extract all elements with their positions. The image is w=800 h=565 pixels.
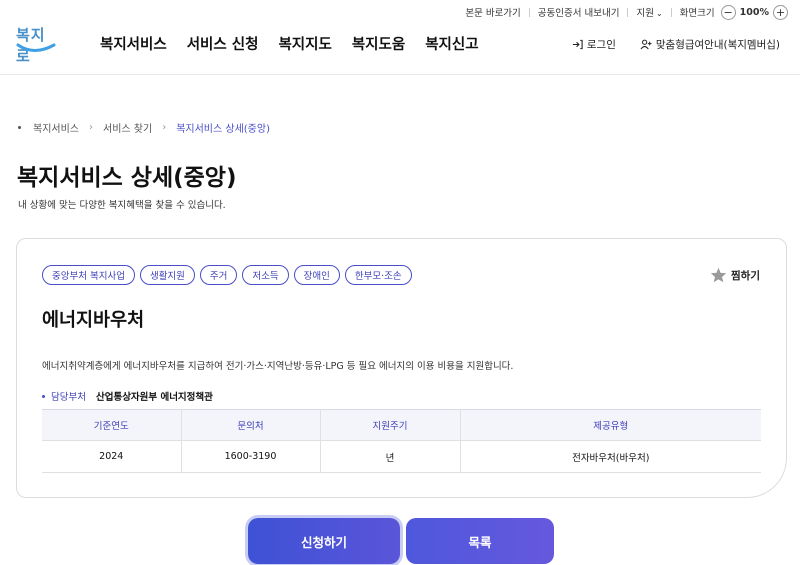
nav-service-apply[interactable]: 서비스 신청 xyxy=(187,33,259,54)
table-row: 2024 1600-3190 년 전자바우처(바우처) xyxy=(42,440,761,473)
cell-year: 2024 xyxy=(42,440,182,473)
service-description: 에너지취약계층에게 에너지바우처를 지급하여 전기·가스·지역난방·등유·LPG… xyxy=(42,361,514,372)
list-button[interactable]: 목록 xyxy=(406,518,554,564)
col-header-cycle: 지원주기 xyxy=(320,409,461,441)
chevron-right-icon: › xyxy=(162,122,167,133)
chevron-right-icon: › xyxy=(89,122,93,133)
zoom-out-button[interactable]: − xyxy=(720,4,736,20)
cell-contact: 1600-3190 xyxy=(181,440,321,473)
favorite-button[interactable]: 찜하기 xyxy=(710,267,760,283)
zoom-in-button[interactable]: + xyxy=(773,4,788,20)
user-plus-icon xyxy=(640,39,652,50)
cell-type: 전자바우처(바우처) xyxy=(460,440,761,473)
service-detail-card: 중앙부처 복지사업 생활지원 주거 저소득 장애인 한부모·조손 찜하기 에너지… xyxy=(16,238,787,498)
cert-export-link[interactable]: 공동인증서 내보내기 xyxy=(530,5,628,19)
star-icon xyxy=(710,267,727,283)
page-description: 내 상황에 맞는 다양한 복지혜택을 찾을 수 있습니다. xyxy=(18,200,226,211)
login-label: 로그인 xyxy=(586,39,616,51)
region-select[interactable]: 지원 ⌄ xyxy=(628,5,670,19)
col-header-type: 제공유형 xyxy=(460,409,761,441)
utility-bar: 본문 바로가기 공동인증서 내보내기 지원 ⌄ 화면크기 − 100% + xyxy=(457,4,788,20)
logo-smile-icon xyxy=(16,43,56,52)
tag-central-ministry[interactable]: 중앙부처 복지사업 xyxy=(42,265,135,285)
col-header-year: 기준연도 xyxy=(42,409,182,441)
skip-to-content-link[interactable]: 본문 바로가기 xyxy=(457,5,528,19)
table-header-row: 기준연도 문의처 지원주기 제공유형 xyxy=(42,409,761,441)
tag-single-parent[interactable]: 한부모·조손 xyxy=(344,265,412,285)
header-divider xyxy=(0,74,800,75)
tag-living-support[interactable]: 생활지원 xyxy=(139,265,195,285)
col-header-contact: 문의처 xyxy=(181,409,321,441)
favorite-label: 찜하기 xyxy=(731,269,760,282)
nav-welfare-report[interactable]: 복지신고 xyxy=(425,33,478,54)
breadcrumb-item-service-search[interactable]: 서비스 찾기 xyxy=(103,120,152,135)
apply-button[interactable]: 신청하기 xyxy=(248,518,400,564)
breadcrumb-item-current: 복지서비스 상세(중앙) xyxy=(176,124,270,135)
nav-welfare-map[interactable]: 복지지도 xyxy=(278,33,331,54)
department-label: 담당부처 xyxy=(51,392,86,403)
zoom-value: 100% xyxy=(739,6,769,18)
service-title: 에너지바우처 xyxy=(42,310,145,331)
department-value: 산업통상자원부 에너지정책관 xyxy=(95,392,213,403)
bullet-icon xyxy=(42,394,45,398)
tag-housing[interactable]: 주거 xyxy=(199,265,238,285)
membership-link[interactable]: 맞춤형급여안내(복지멤버십) xyxy=(640,37,780,52)
department-info: 담당부처 산업통상자원부 에너지정책관 xyxy=(42,389,213,403)
main-nav: 복지서비스 서비스 신청 복지지도 복지도움 복지신고 xyxy=(100,33,479,54)
service-info-table: 기준연도 문의처 지원주기 제공유형 2024 1600-3190 년 전자바우… xyxy=(42,409,761,473)
breadcrumb: 복지서비스 › 서비스 찾기 › 복지서비스 상세(중앙) xyxy=(18,120,270,135)
breadcrumb-item-welfare-service[interactable]: 복지서비스 xyxy=(33,120,79,135)
home-dot-icon xyxy=(18,126,21,129)
cell-cycle: 년 xyxy=(320,440,461,473)
login-icon xyxy=(572,39,583,50)
tag-low-income[interactable]: 저소득 xyxy=(242,265,289,285)
header-actions: 로그인 맞춤형급여안내(복지멤버십) xyxy=(572,37,780,52)
tag-disabled[interactable]: 장애인 xyxy=(293,265,340,285)
nav-welfare-help[interactable]: 복지도움 xyxy=(352,33,405,54)
membership-label: 맞춤형급여안내(복지멤버십) xyxy=(655,39,780,51)
page-title: 복지서비스 상세(중앙) xyxy=(17,165,237,191)
region-label: 지원 xyxy=(636,8,654,19)
site-logo[interactable]: 복지로 xyxy=(16,24,56,65)
chevron-down-icon: ⌄ xyxy=(655,9,663,18)
font-size-label: 화면크기 xyxy=(679,8,715,19)
tag-list: 중앙부처 복지사업 생활지원 주거 저소득 장애인 한부모·조손 xyxy=(42,265,412,285)
login-link[interactable]: 로그인 xyxy=(572,37,616,52)
nav-welfare-service[interactable]: 복지서비스 xyxy=(100,33,167,54)
